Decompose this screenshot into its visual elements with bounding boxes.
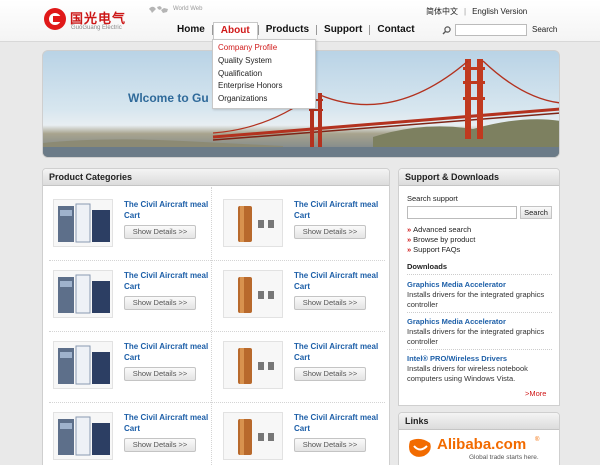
nav-support[interactable]: Support [317,22,369,38]
support-link-browse-by-product[interactable]: » Browse by product [407,235,475,244]
nav-about[interactable]: About [212,22,258,40]
download-title[interactable]: Intel® PRO/Wireless Drivers [407,354,507,363]
links-panel: Links Alibaba.com ® Global trade starts … [398,412,560,465]
product-card: The Civil Aircraft meal Cart Show Detail… [43,193,208,261]
dropdown-item-organizations[interactable]: Organizations [213,93,315,106]
product-image-cart[interactable] [53,341,113,389]
dropdown-item-qualification[interactable]: Qualification [213,68,315,81]
main-nav: Home About Products Support Contact [170,22,422,40]
product-card: The Civil Aircraft meal Cart Show Detail… [213,193,378,261]
product-card: The Civil Aircraft meal Cart Show Detail… [43,264,208,332]
alibaba-name: Alibaba.com [437,436,527,453]
site-logo[interactable]: 国光电气 GuoGuang Electric [44,6,154,36]
product-name[interactable]: The Civil Aircraft meal Cart [124,341,209,363]
product-name[interactable]: The Civil Aircraft meal Cart [294,270,379,292]
product-image-cart[interactable] [53,412,113,460]
dropdown-item-enterprise-honors[interactable]: Enterprise Honors [213,80,315,93]
dropdown-item-company-profile[interactable]: Company Profile [213,42,315,55]
alibaba-tagline: Global trade starts here. [469,454,539,461]
product-name[interactable]: The Civil Aircraft meal Cart [294,412,379,434]
product-name[interactable]: The Civil Aircraft meal Cart [294,199,379,221]
support-downloads-heading: Support & Downloads [399,169,559,186]
support-downloads-panel: Support & Downloads Search support Searc… [398,168,560,406]
header-search-button[interactable]: Search [532,25,557,34]
show-details-button[interactable]: Show Details >> [294,225,366,239]
show-details-button[interactable]: Show Details >> [294,367,366,381]
product-categories-heading: Product Categories [43,169,389,186]
product-name[interactable]: The Civil Aircraft meal Cart [294,341,379,363]
site-header: 国光电气 GuoGuang Electric World Web 简体中文 | En… [0,0,600,42]
nav-products[interactable]: Products [259,22,316,38]
language-switcher: 简体中文 | English Version [426,7,528,16]
product-categories-panel: Product Categories The Civil Aircraft me… [42,168,390,465]
alibaba-logo-icon [409,438,431,457]
support-link-advanced-search[interactable]: » Advanced search [407,225,471,234]
product-image-component[interactable] [223,341,283,389]
show-details-button[interactable]: Show Details >> [124,225,196,239]
product-card: The Civil Aircraft meal Cart Show Detail… [213,264,378,332]
download-description: Installs drivers for the integrated grap… [407,290,545,309]
double-arrow-icon: » [407,225,412,234]
download-title[interactable]: Graphics Media Accelerator [407,280,506,289]
about-dropdown-menu: Company Profile Quality System Qualifica… [212,39,316,109]
registered-mark: ® [535,437,540,443]
product-card: The Civil Aircraft meal Cart Show Detail… [43,335,208,403]
lang-english-link[interactable]: English Version [472,7,527,16]
product-card: The Civil Aircraft meal Cart Show Detail… [213,406,378,465]
product-image-cart[interactable] [53,270,113,318]
product-image-cart[interactable] [53,199,113,247]
world-web-label: World Web [173,6,203,12]
show-details-button[interactable]: Show Details >> [124,296,196,310]
download-title[interactable]: Graphics Media Accelerator [407,317,506,326]
product-card: The Civil Aircraft meal Cart Show Detail… [43,406,208,465]
search-support-label: Search support [407,194,458,203]
download-description: Installs drivers for wireless notebook c… [407,364,528,383]
more-link[interactable]: >More [525,389,546,398]
show-details-button[interactable]: Show Details >> [124,438,196,452]
banner-title: Wlcome to Gu [128,91,209,105]
search-icon [442,26,451,35]
downloads-heading: Downloads [407,262,448,271]
links-heading: Links [399,413,559,430]
dropdown-item-quality-system[interactable]: Quality System [213,55,315,68]
product-name[interactable]: The Civil Aircraft meal Cart [124,270,209,292]
world-map-icon [149,6,168,13]
alibaba-link[interactable]: Alibaba.com ® Global trade starts here. [407,435,553,465]
product-image-component[interactable] [223,412,283,460]
show-details-button[interactable]: Show Details >> [124,367,196,381]
logo-mark-icon [44,8,66,30]
double-arrow-icon: » [407,245,412,254]
product-name[interactable]: The Civil Aircraft meal Cart [124,199,209,221]
header-search-input[interactable] [455,24,527,36]
product-image-component[interactable] [223,199,283,247]
double-arrow-icon: » [407,235,412,244]
support-search-button[interactable]: Search [520,206,552,219]
lang-chinese-link[interactable]: 简体中文 [426,7,458,16]
product-image-component[interactable] [223,270,283,318]
nav-home[interactable]: Home [170,22,212,38]
show-details-button[interactable]: Show Details >> [294,438,366,452]
show-details-button[interactable]: Show Details >> [294,296,366,310]
support-link-faqs[interactable]: » Support FAQs [407,245,460,254]
nav-contact[interactable]: Contact [370,22,421,38]
support-search-input[interactable] [407,206,517,219]
download-description: Installs drivers for the integrated grap… [407,327,545,346]
product-card: The Civil Aircraft meal Cart Show Detail… [213,335,378,403]
logo-english-name: GuoGuang Electric [71,25,122,31]
product-name[interactable]: The Civil Aircraft meal Cart [124,412,209,434]
